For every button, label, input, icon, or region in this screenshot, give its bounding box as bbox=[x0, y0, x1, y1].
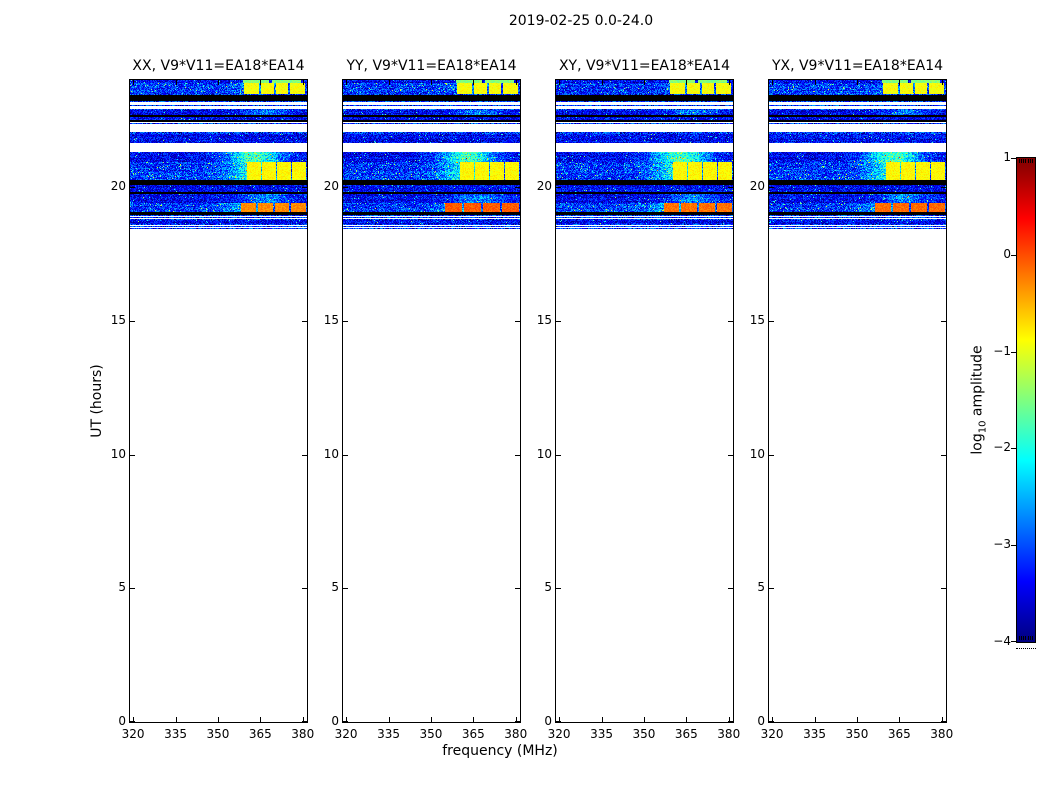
y-tick-label: 15 bbox=[512, 313, 552, 328]
plot-area-yx bbox=[768, 79, 947, 723]
x-tick-label: 380 bbox=[930, 727, 953, 742]
y-tick-label: 20 bbox=[86, 179, 126, 194]
x-tick-label: 335 bbox=[377, 727, 400, 742]
plot-area-xx bbox=[129, 79, 308, 723]
colorbar-label-suffix: amplitude bbox=[970, 345, 986, 420]
colorbar bbox=[1016, 157, 1036, 643]
colorbar-tick-mark bbox=[1011, 641, 1017, 642]
y-tick-label: 20 bbox=[299, 179, 339, 194]
x-tick-label: 335 bbox=[590, 727, 613, 742]
y-tick-label: 0 bbox=[512, 714, 552, 729]
figure-window: 2019-02-25 0.0-24.0 XX, V9*V11=EA18*EA14… bbox=[0, 0, 1050, 800]
y-tick-label: 0 bbox=[725, 714, 765, 729]
y-axis-label: UT (hours) bbox=[89, 364, 105, 438]
x-tick-label: 335 bbox=[803, 727, 826, 742]
spectrogram-canvas-xx bbox=[130, 80, 307, 722]
figure-title: 2019-02-25 0.0-24.0 bbox=[509, 13, 653, 29]
y-tick-label: 5 bbox=[299, 580, 339, 595]
colorbar-tick-mark bbox=[1011, 255, 1017, 256]
colorbar-minor-tick bbox=[1023, 636, 1024, 640]
colorbar-tick-label: −4 bbox=[971, 634, 1011, 649]
colorbar-tick-label: 1 bbox=[971, 150, 1011, 165]
x-tick-label: 320 bbox=[761, 727, 784, 742]
y-tick-label: 10 bbox=[512, 447, 552, 462]
x-tick-label: 365 bbox=[462, 727, 485, 742]
colorbar-minor-tick bbox=[1021, 159, 1022, 163]
y-tick-label: 15 bbox=[86, 313, 126, 328]
x-tick-label: 350 bbox=[206, 727, 229, 742]
x-tick-label: 365 bbox=[675, 727, 698, 742]
colorbar-dotted-line bbox=[1016, 648, 1036, 649]
x-tick-label: 320 bbox=[335, 727, 358, 742]
colorbar-minor-tick bbox=[1028, 636, 1029, 640]
panel-title-yy: YY, V9*V11=EA18*EA14 bbox=[346, 58, 516, 74]
spectrogram-canvas-yy bbox=[343, 80, 520, 722]
plot-area-xy bbox=[555, 79, 734, 723]
x-axis-label: frequency (MHz) bbox=[442, 743, 558, 759]
x-tick-label: 350 bbox=[845, 727, 868, 742]
panel-title-yx: YX, V9*V11=EA18*EA14 bbox=[772, 58, 943, 74]
y-tick-label: 5 bbox=[86, 580, 126, 595]
colorbar-minor-tick bbox=[1032, 636, 1033, 640]
y-tick-label: 0 bbox=[299, 714, 339, 729]
colorbar-tick-label: 0 bbox=[971, 247, 1011, 262]
x-tick-label: 365 bbox=[888, 727, 911, 742]
colorbar-minor-tick bbox=[1025, 636, 1026, 640]
colorbar-minor-tick bbox=[1019, 159, 1020, 163]
y-tick-label: 0 bbox=[86, 714, 126, 729]
y-tick-label: 5 bbox=[512, 580, 552, 595]
x-tick-label: 320 bbox=[548, 727, 571, 742]
colorbar-minor-tick bbox=[1023, 159, 1024, 163]
y-tick-label: 5 bbox=[725, 580, 765, 595]
x-tick-label: 320 bbox=[122, 727, 145, 742]
colorbar-minor-tick bbox=[1032, 159, 1033, 163]
panel-title-xx: XX, V9*V11=EA18*EA14 bbox=[132, 58, 304, 74]
colorbar-tick-label: −3 bbox=[971, 537, 1011, 552]
y-tick-label: 15 bbox=[299, 313, 339, 328]
colorbar-minor-tick bbox=[1019, 636, 1020, 640]
colorbar-minor-tick bbox=[1030, 159, 1031, 163]
y-tick-label: 10 bbox=[725, 447, 765, 462]
colorbar-minor-tick bbox=[1021, 636, 1022, 640]
colorbar-tick-mark bbox=[1011, 158, 1017, 159]
x-tick-label: 350 bbox=[419, 727, 442, 742]
spectrogram-canvas-xy bbox=[556, 80, 733, 722]
colorbar-minor-tick bbox=[1030, 636, 1031, 640]
x-tick-label: 380 bbox=[504, 727, 527, 742]
colorbar-tick-mark bbox=[1011, 352, 1017, 353]
y-tick-label: 10 bbox=[299, 447, 339, 462]
colorbar-minor-tick bbox=[1025, 159, 1026, 163]
colorbar-label: log10 amplitude bbox=[970, 345, 989, 454]
plot-area-yy bbox=[342, 79, 521, 723]
y-tick-label: 20 bbox=[512, 179, 552, 194]
panel-title-xy: XY, V9*V11=EA18*EA14 bbox=[559, 58, 730, 74]
x-tick-label: 365 bbox=[249, 727, 272, 742]
colorbar-tick-mark bbox=[1011, 448, 1017, 449]
colorbar-label-prefix: log bbox=[970, 433, 986, 454]
colorbar-label-sub: 10 bbox=[977, 421, 988, 434]
colorbar-tick-mark bbox=[1011, 545, 1017, 546]
x-tick-label: 380 bbox=[291, 727, 314, 742]
colorbar-minor-tick bbox=[1028, 159, 1029, 163]
y-tick-label: 20 bbox=[725, 179, 765, 194]
y-tick-label: 10 bbox=[86, 447, 126, 462]
x-tick-label: 380 bbox=[717, 727, 740, 742]
x-tick-label: 350 bbox=[632, 727, 655, 742]
x-tick-label: 335 bbox=[164, 727, 187, 742]
y-tick-label: 15 bbox=[725, 313, 765, 328]
spectrogram-canvas-yx bbox=[769, 80, 946, 722]
